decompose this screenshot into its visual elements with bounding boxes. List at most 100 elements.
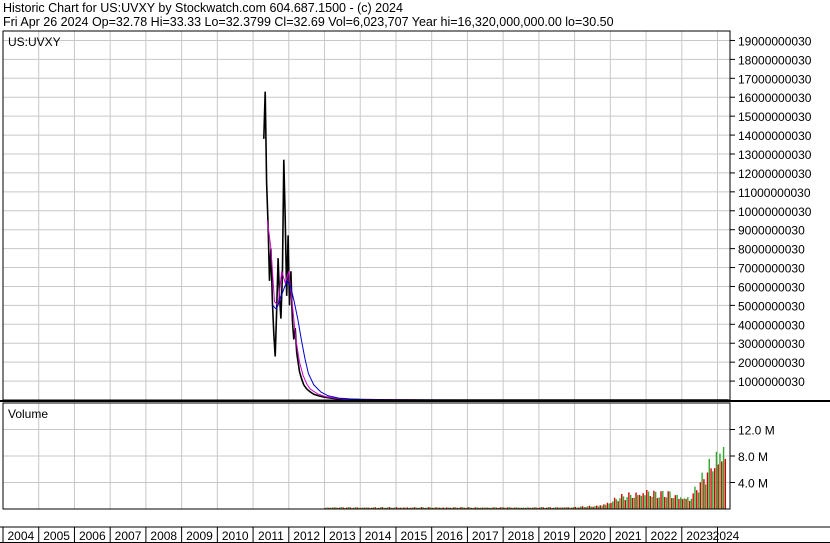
volume-bar — [697, 492, 700, 509]
x-tick-label: 2016 — [436, 529, 463, 543]
volume-bar — [608, 503, 610, 509]
x-tick-label: 2015 — [400, 529, 427, 543]
volume-y-tick-label: 4.0 M — [738, 477, 768, 491]
volume-bar — [601, 505, 603, 509]
price-y-tick-label: 10000000030 — [738, 205, 812, 219]
volume-bar — [653, 490, 655, 509]
price-y-tick-label: 9000000030 — [738, 224, 805, 238]
x-tick-label: 2011 — [258, 529, 284, 543]
volume-bar — [663, 496, 666, 509]
x-tick-label: 2023 — [686, 529, 713, 543]
price-y-tick-label: 18000000030 — [738, 53, 812, 67]
volume-bar — [719, 453, 721, 509]
volume-bar — [671, 498, 673, 509]
x-tick-label: 2007 — [115, 529, 142, 543]
volume-bar — [679, 497, 682, 509]
x-tick-label: 2019 — [543, 529, 570, 543]
volume-bar — [672, 498, 675, 509]
volume-bar — [642, 493, 644, 509]
volume-bar — [615, 499, 618, 509]
volume-bar — [606, 502, 609, 509]
volume-bar — [713, 468, 716, 509]
volume-bar — [626, 497, 628, 509]
price-y-tick-label: 2000000030 — [738, 356, 805, 370]
volume-bar — [603, 504, 605, 509]
volume-bar — [649, 495, 652, 509]
volume-bar — [721, 461, 723, 509]
x-tick-label: 2010 — [222, 529, 249, 543]
volume-panel-title: Volume — [8, 407, 48, 421]
x-tick-label: 2013 — [329, 529, 356, 543]
volume-bar — [633, 497, 635, 509]
volume-bar — [701, 472, 703, 509]
volume-bar — [704, 484, 707, 509]
volume-bar — [619, 498, 621, 509]
x-tick-label: 2022 — [651, 529, 678, 543]
volume-bar — [692, 493, 694, 509]
price-y-tick-label: 4000000030 — [738, 318, 805, 332]
volume-bar — [685, 498, 687, 509]
volume-bar — [640, 495, 643, 509]
volume-bar — [683, 498, 685, 509]
x-tick-label: 2021 — [615, 529, 642, 543]
price-panel — [3, 31, 730, 400]
volume-bar — [699, 482, 702, 509]
volume-bar — [669, 491, 671, 509]
volume-bar — [710, 468, 712, 509]
volume-bar — [708, 458, 710, 509]
price-y-tick-label: 19000000030 — [738, 34, 812, 48]
x-tick-label: 2009 — [186, 529, 213, 543]
volume-y-tick-label: 8.0 M — [738, 450, 768, 464]
volume-bar — [667, 491, 669, 509]
x-tick-label: 2004 — [8, 529, 35, 543]
volume-bar — [596, 505, 598, 509]
volume-bar — [717, 464, 719, 509]
volume-bar — [665, 497, 668, 509]
volume-bar — [610, 502, 612, 509]
volume-bar — [638, 494, 641, 509]
volume-bar — [622, 496, 625, 509]
price-volume-chart: 2004 2005 2006 2007 2008 2009 2010 2011 2012 2013… — [0, 30, 830, 543]
x-tick-label: 2020 — [579, 529, 606, 543]
volume-bar — [624, 500, 627, 509]
volume-bar — [715, 451, 718, 509]
volume-bar — [656, 498, 659, 509]
volume-bar — [722, 447, 725, 509]
volume-bar — [662, 490, 664, 509]
volume-bar — [644, 495, 646, 509]
volume-bar — [674, 495, 677, 509]
volume-bar — [687, 497, 689, 509]
volume-bar — [599, 505, 602, 509]
volume-bar — [676, 494, 678, 509]
volume-bar — [706, 472, 709, 509]
volume-bar — [712, 471, 714, 509]
x-tick-label: 2012 — [293, 529, 320, 543]
volume-bar — [646, 489, 648, 509]
volume-bar — [703, 479, 705, 509]
price-panel-title: US:UVXY — [8, 35, 61, 49]
volume-bar — [613, 497, 616, 509]
volume-bar — [651, 496, 653, 509]
price-y-tick-label: 1000000030 — [738, 375, 805, 389]
volume-bar — [629, 495, 632, 509]
x-tick-label: 2024 — [713, 529, 740, 543]
volume-y-tick-label: 12.0 M — [738, 424, 775, 438]
volume-bar — [690, 498, 693, 509]
volume-bar — [635, 492, 637, 509]
volume-bar — [631, 498, 634, 509]
volume-bar — [628, 492, 630, 509]
price-y-tick-label: 8000000030 — [738, 243, 805, 257]
price-y-tick-label: 6000000030 — [738, 280, 805, 294]
volume-bar — [678, 498, 680, 509]
price-y-tick-label: 15000000030 — [738, 110, 812, 124]
price-y-tick-label: 14000000030 — [738, 129, 812, 143]
x-tick-label: 2018 — [508, 529, 535, 543]
price-y-tick-label: 3000000030 — [738, 337, 805, 351]
volume-bar — [654, 491, 657, 509]
x-tick-label: 2008 — [150, 529, 177, 543]
volume-bar — [647, 491, 650, 509]
volume-bar — [688, 500, 691, 509]
volume-bar — [604, 504, 607, 509]
volume-bar — [612, 501, 614, 509]
volume-bar — [658, 497, 660, 509]
